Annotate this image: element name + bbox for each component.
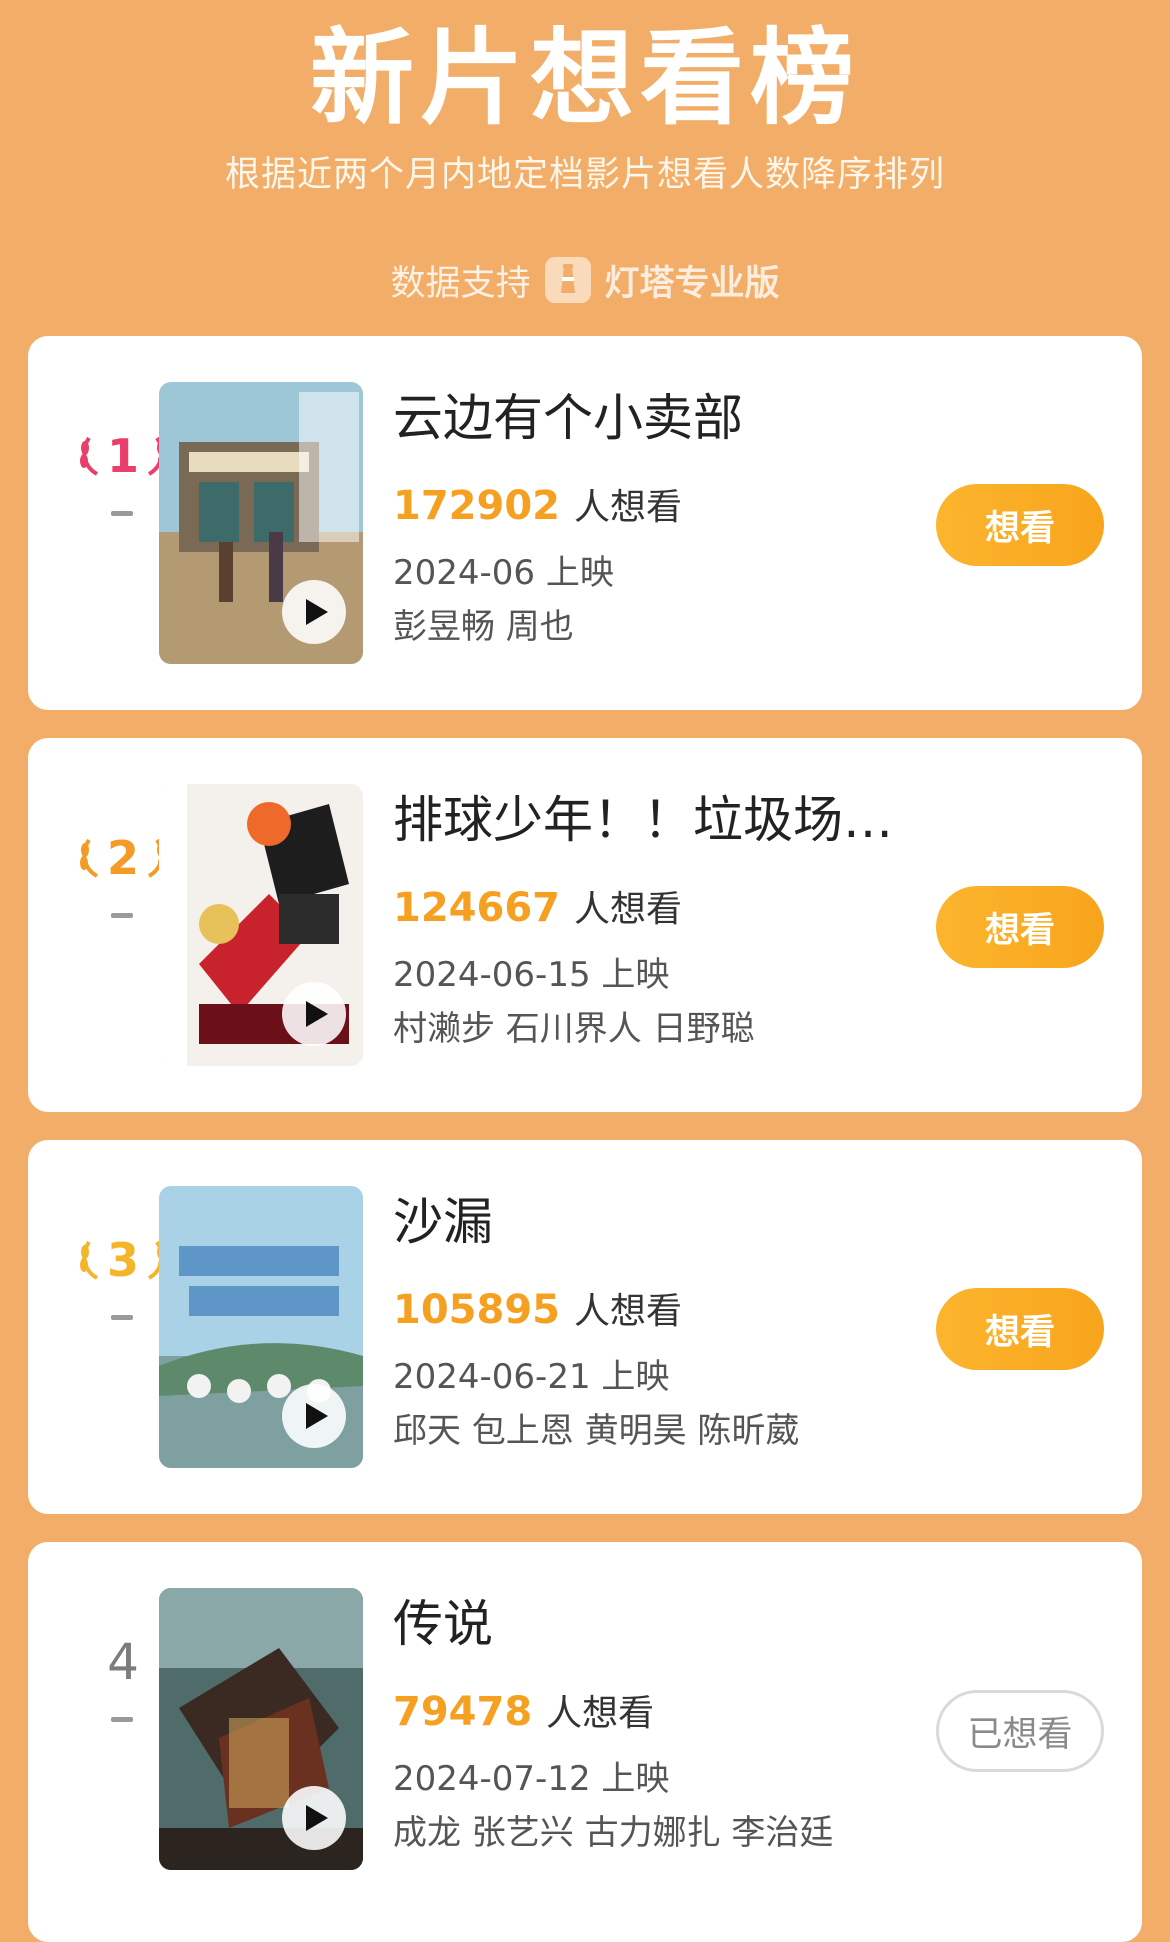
- play-icon[interactable]: [282, 1384, 346, 1448]
- wanted-button[interactable]: 已想看: [936, 1690, 1104, 1772]
- want-stats: 124667 人想看: [393, 880, 682, 936]
- movie-card[interactable]: 1 云边有个小卖部 172902 人想看 2024-06 上映 彭昱畅 周也 想…: [28, 336, 1142, 710]
- want-button[interactable]: 想看: [936, 886, 1104, 968]
- rank-change-dash: [111, 511, 133, 516]
- want-count: 172902: [393, 483, 560, 529]
- movie-card[interactable]: 4 传说 79478 人想看 2024-07-12 上映 成龙 张艺兴 古力娜扎…: [28, 1542, 1142, 1942]
- laurel-left-icon: [79, 838, 99, 878]
- cast-list: 村濑步 石川界人 日野聪: [393, 1009, 755, 1049]
- rank-number: 2: [106, 831, 139, 885]
- want-label: 人想看: [574, 487, 683, 528]
- cast-list: 邱天 包上恩 黄明昊 陈昕葳: [393, 1411, 800, 1451]
- rank-change-dash: [111, 913, 133, 918]
- rank-number: 4: [107, 1633, 139, 1691]
- source-brand: 灯塔专业版: [604, 263, 780, 304]
- play-icon[interactable]: [282, 580, 346, 644]
- page-title: 新片想看榜: [309, 17, 860, 139]
- movie-title[interactable]: 沙漏: [393, 1190, 493, 1254]
- rank-number: 3: [106, 1233, 139, 1287]
- movie-poster[interactable]: [159, 382, 363, 664]
- source-prefix: 数据支持: [390, 263, 531, 304]
- rank-number: 1: [106, 429, 139, 483]
- play-icon[interactable]: [282, 1786, 346, 1850]
- movie-title[interactable]: 云边有个小卖部: [393, 386, 743, 450]
- movie-card[interactable]: 3 沙漏 105895 人想看 2024-06-21 上映 邱天 包上恩 黄明昊…: [28, 1140, 1142, 1514]
- release-date: 2024-06 上映: [393, 553, 614, 593]
- want-count: 105895: [393, 1287, 560, 1333]
- cast-list: 彭昱畅 周也: [393, 607, 574, 647]
- release-date: 2024-07-12 上映: [393, 1759, 670, 1799]
- cast-list: 成龙 张艺兴 古力娜扎 李治廷: [393, 1813, 834, 1853]
- want-stats: 79478 人想看: [393, 1684, 654, 1740]
- want-count: 124667: [393, 885, 560, 931]
- laurel-left-icon: [79, 1240, 99, 1280]
- page-subtitle: 根据近两个月内地定档影片想看人数降序排列: [224, 155, 945, 195]
- release-date: 2024-06-15 上映: [393, 955, 670, 995]
- want-stats: 105895 人想看: [393, 1282, 682, 1338]
- want-button[interactable]: 想看: [936, 1288, 1104, 1370]
- movie-card[interactable]: 2 排球少年！！垃圾场… 124667 人想看 2024-06-15 上映 村濑…: [28, 738, 1142, 1112]
- movie-title[interactable]: 传说: [393, 1592, 493, 1656]
- data-source: 数据支持 灯塔专业版: [0, 253, 1170, 307]
- laurel-left-icon: [79, 436, 99, 476]
- movie-poster[interactable]: [159, 1588, 363, 1870]
- want-count: 79478: [393, 1689, 533, 1735]
- movie-poster[interactable]: [159, 784, 363, 1066]
- want-label: 人想看: [574, 1291, 683, 1332]
- movie-poster[interactable]: [159, 1186, 363, 1468]
- rank-change-dash: [111, 1717, 133, 1722]
- want-label: 人想看: [574, 889, 683, 930]
- release-date: 2024-06-21 上映: [393, 1357, 670, 1397]
- lighthouse-logo-icon: [544, 257, 591, 303]
- play-icon[interactable]: [282, 982, 346, 1046]
- want-label: 人想看: [546, 1693, 655, 1734]
- want-button[interactable]: 想看: [936, 484, 1104, 566]
- want-stats: 172902 人想看: [393, 478, 682, 534]
- rank-change-dash: [111, 1315, 133, 1320]
- movie-title[interactable]: 排球少年！！垃圾场…: [393, 788, 893, 852]
